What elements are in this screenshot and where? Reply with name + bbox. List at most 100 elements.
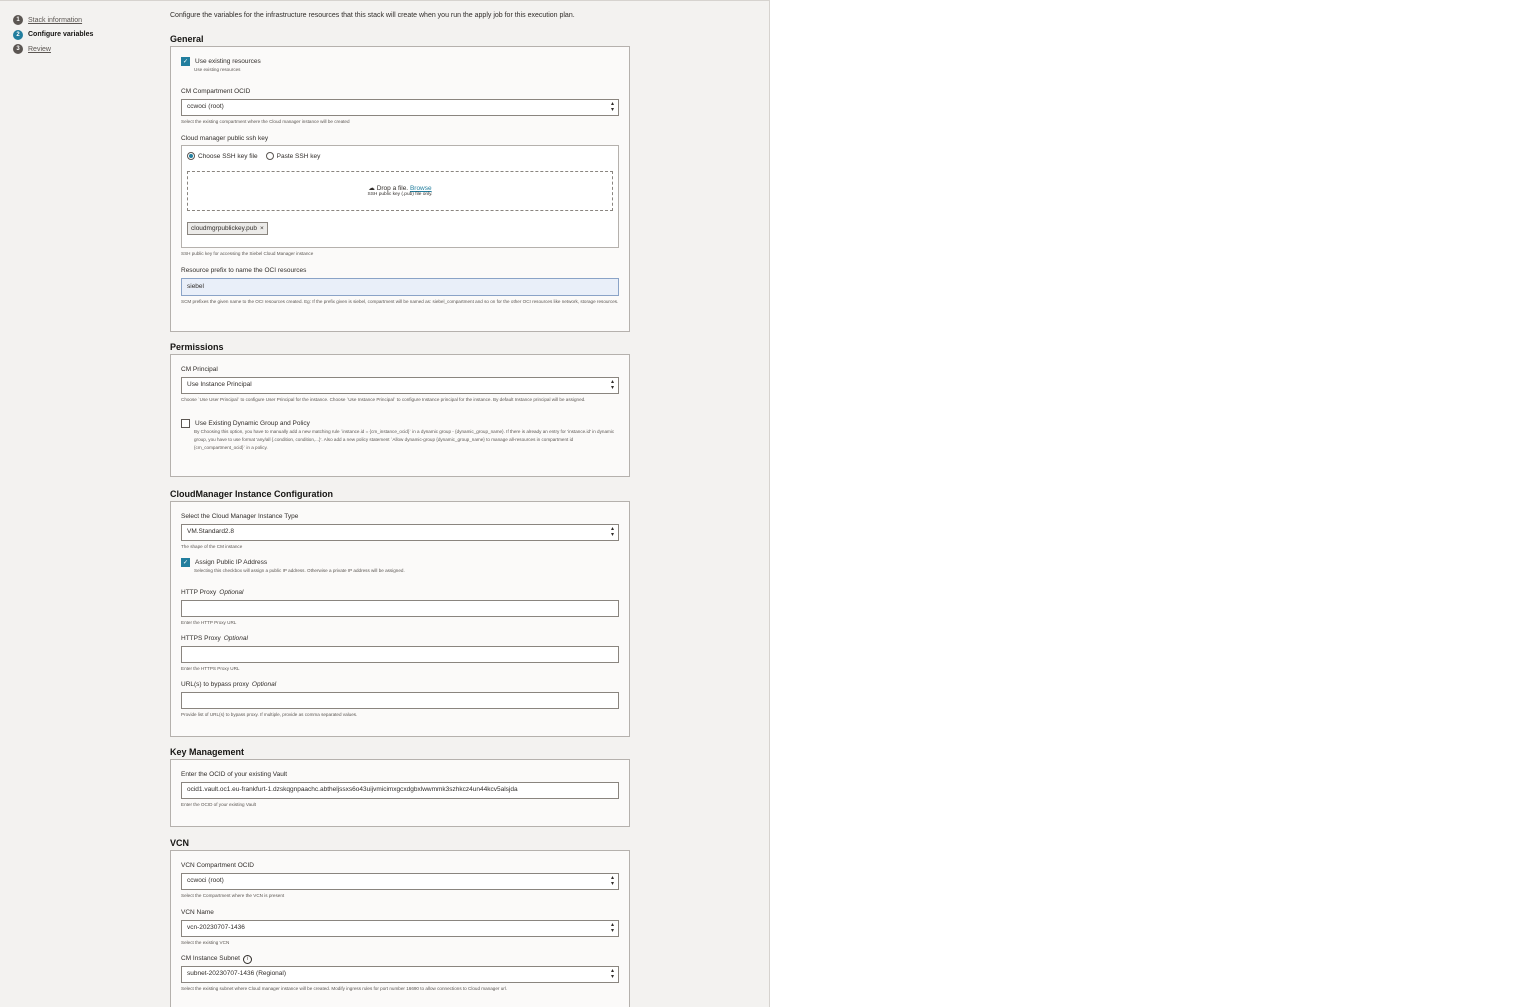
- cm-instance-box: Select the Cloud Manager Instance Type V…: [170, 501, 630, 737]
- browse-link[interactable]: Browse: [410, 185, 432, 192]
- main-form: Configure the variables for the infrastr…: [170, 11, 630, 1007]
- bypass-proxy-help: Provide list of URL(s) to bypass proxy. …: [181, 712, 358, 717]
- bypass-proxy-label-text: URL(s) to bypass proxy: [181, 681, 249, 688]
- intro-text: Configure the variables for the infrastr…: [170, 12, 575, 19]
- ssh-key-group: Choose SSH key file Paste SSH key ☁ Drop…: [181, 145, 619, 248]
- cm-principal-select[interactable]: Use Instance Principal ▴ ▾: [181, 377, 619, 394]
- vcn-compartment-select[interactable]: ccwoci (root) ▴ ▾: [181, 873, 619, 890]
- check-icon: ✓: [182, 59, 189, 65]
- vcn-compartment-value: ccwoci (root): [187, 877, 224, 884]
- chevron-updown-icon: ▴ ▾: [610, 526, 614, 538]
- chevron-updown-icon: ▴ ▾: [610, 968, 614, 980]
- drop-hint: SSH public key (.pub) file only.: [367, 192, 433, 197]
- subnet-select[interactable]: subnet-20230707-1436 (Regional) ▴ ▾: [181, 966, 619, 983]
- info-icon[interactable]: i: [242, 955, 252, 964]
- dynamic-group-checkbox[interactable]: [181, 419, 190, 428]
- check-icon: ✓: [182, 560, 189, 566]
- use-existing-label: Use existing resources: [195, 58, 261, 65]
- resource-prefix-help: SCM prefixes the given name to the OCI r…: [181, 299, 619, 304]
- step-number: 3: [13, 44, 23, 55]
- section-title-key-management: Key Management: [170, 747, 245, 757]
- wizard-pane: 1 Stack information 2 Configure variable…: [0, 0, 770, 1007]
- https-proxy-input[interactable]: [181, 646, 619, 663]
- section-title-general: General: [170, 34, 204, 44]
- section-title-cm-instance: CloudManager Instance Configuration: [170, 489, 334, 499]
- instance-type-select[interactable]: VM.Standard2.8 ▴ ▾: [181, 524, 619, 541]
- optional-tag: Optional: [219, 589, 244, 596]
- cm-principal-value: Use Instance Principal: [187, 381, 252, 388]
- chevron-updown-icon: ▴ ▾: [610, 922, 614, 934]
- http-proxy-help: Enter the HTTP Proxy URL: [181, 620, 237, 625]
- vcn-compartment-help: Select the Compartment where the VCN is …: [181, 893, 285, 898]
- use-existing-checkbox-row[interactable]: ✓ Use existing resources: [181, 57, 261, 66]
- step-link-stack-information[interactable]: Stack information: [28, 17, 82, 24]
- public-ip-checkbox-row[interactable]: ✓ Assign Public IP Address: [181, 558, 405, 567]
- use-existing-checkbox[interactable]: ✓: [181, 57, 190, 66]
- ssh-paste-radio[interactable]: [265, 152, 274, 160]
- step-number: 2: [13, 29, 23, 40]
- ssh-key-label: Cloud manager public ssh key: [181, 135, 269, 142]
- general-box: ✓ Use existing resources Use existing re…: [170, 46, 630, 332]
- subnet-help: Select the existing subnet where Cloud m…: [181, 986, 508, 991]
- http-proxy-input[interactable]: [181, 600, 619, 617]
- file-drop-zone[interactable]: ☁ Drop a file. Browse SSH public key (.p…: [187, 171, 613, 211]
- instance-type-label: Select the Cloud Manager Instance Type: [181, 513, 299, 520]
- ssh-key-help: SSH public key for accessing the Siebel …: [181, 251, 314, 256]
- chevron-updown-icon: ▴ ▾: [610, 101, 614, 113]
- instance-type-value: VM.Standard2.8: [187, 528, 234, 535]
- step-configure-variables: 2 Configure variables: [13, 28, 93, 43]
- vault-ocid-label: Enter the OCID of your existing Vault: [181, 771, 288, 778]
- ssh-choose-radio[interactable]: [187, 152, 195, 160]
- public-ip-label: Assign Public IP Address: [195, 559, 268, 566]
- subnet-label: CM Instance Subnet i: [181, 954, 619, 964]
- public-ip-help: Selecting this checkbox will assign a pu…: [194, 568, 405, 573]
- file-chip: cloudmgrpublickey.pub ×: [187, 222, 268, 235]
- subnet-label-text: CM Instance Subnet: [181, 955, 240, 962]
- ssh-choose-label: Choose SSH key file: [198, 152, 258, 160]
- vcn-compartment-label: VCN Compartment OCID: [181, 862, 254, 869]
- dynamic-group-checkbox-row[interactable]: Use Existing Dynamic Group and Policy: [181, 419, 619, 428]
- vcn-name-help: Select the existing VCN: [181, 940, 230, 945]
- optional-tag: Optional: [251, 681, 277, 688]
- section-title-permissions: Permissions: [170, 342, 224, 352]
- section-title-vcn: VCN: [170, 838, 190, 848]
- http-proxy-label-text: HTTP Proxy: [181, 589, 217, 596]
- key-management-box: Enter the OCID of your existing Vault oc…: [170, 759, 630, 827]
- step-label-current: Configure variables: [28, 31, 94, 39]
- cm-compartment-select[interactable]: ccwoci (root) ▴ ▾: [181, 99, 619, 116]
- subnet-value: subnet-20230707-1436 (Regional): [187, 970, 287, 977]
- dynamic-group-help: By Choosing this option, you have to man…: [194, 429, 615, 450]
- vault-ocid-input[interactable]: ocid1.vault.oc1.eu-frankfurt-1.dzskqgnpa…: [181, 782, 619, 799]
- vcn-box: VCN Compartment OCID ccwoci (root) ▴ ▾ Se…: [170, 850, 630, 1007]
- vault-ocid-help: Enter the OCID of your existing Vault: [181, 802, 256, 807]
- dynamic-group-label: Use Existing Dynamic Group and Policy: [195, 420, 310, 427]
- resource-prefix-input[interactable]: siebel: [181, 278, 619, 296]
- step-link-review[interactable]: Review: [28, 46, 51, 53]
- chevron-updown-icon: ▴ ▾: [610, 379, 614, 391]
- use-existing-help: Use existing resources: [194, 67, 241, 72]
- https-proxy-label-text: HTTPS Proxy: [181, 635, 221, 642]
- public-ip-checkbox[interactable]: ✓: [181, 558, 190, 567]
- cm-compartment-help: Select the existing compartment where th…: [181, 119, 350, 124]
- cm-compartment-label: CM Compartment OCID: [181, 88, 251, 95]
- vcn-name-select[interactable]: vcn-20230707-1436 ▴ ▾: [181, 920, 619, 937]
- bypass-proxy-label: URL(s) to bypass proxy Optional: [181, 680, 619, 689]
- ssh-choose-radio-row[interactable]: Choose SSH key file: [187, 152, 258, 160]
- close-icon[interactable]: ×: [260, 225, 264, 232]
- step-number: 1: [13, 15, 23, 26]
- drop-text: Drop a file.: [376, 185, 409, 192]
- file-chip-name: cloudmgrpublickey.pub: [191, 225, 257, 232]
- http-proxy-label: HTTP Proxy Optional: [181, 588, 619, 597]
- chevron-updown-icon: ▴ ▾: [610, 875, 614, 887]
- permissions-box: CM Principal Use Instance Principal ▴ ▾ C…: [170, 354, 630, 477]
- cm-principal-label: CM Principal: [181, 366, 218, 373]
- ssh-paste-radio-row[interactable]: Paste SSH key: [265, 152, 320, 160]
- optional-tag: Optional: [223, 635, 248, 642]
- step-review[interactable]: 3 Review: [13, 42, 93, 57]
- instance-type-help: The shape of the CM instance: [181, 544, 243, 549]
- vcn-name-value: vcn-20230707-1436: [187, 924, 245, 931]
- https-proxy-label: HTTPS Proxy Optional: [181, 634, 619, 643]
- bypass-proxy-input[interactable]: [181, 692, 619, 709]
- step-stack-information[interactable]: 1 Stack information: [13, 13, 93, 28]
- wizard-steps: 1 Stack information 2 Configure variable…: [13, 13, 93, 57]
